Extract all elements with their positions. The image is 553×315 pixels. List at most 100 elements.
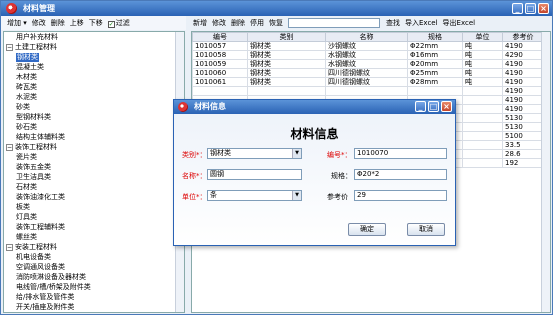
collapse-icon[interactable]: − (6, 244, 13, 251)
tree-edit-button[interactable]: 修改 (32, 18, 46, 28)
disable-button[interactable]: 停用 (250, 18, 264, 28)
tree-item[interactable]: 卫生洁具类 (16, 173, 51, 182)
edit-button[interactable]: 修改 (212, 18, 226, 28)
table-row[interactable]: 1010060 钢材类 四川德钢螺纹 Φ25mm 吨 4190 (192, 68, 544, 78)
checkmark-icon: ✓ (107, 21, 115, 28)
tree-item[interactable]: 水泥类 (16, 93, 37, 102)
table-cell: Φ25mm (407, 68, 463, 78)
column-header[interactable]: 名称 (325, 32, 408, 42)
tree-move-up-button[interactable]: 上移 (70, 18, 84, 28)
column-header[interactable]: 编号 (192, 32, 248, 42)
table-cell (325, 86, 408, 96)
category-label: 类别*： (182, 151, 207, 159)
tree-item[interactable]: 消防喷淋设备及器材类 (16, 273, 86, 282)
tree-item[interactable]: 螺丝类 (16, 233, 37, 242)
table-cell: 沙钢螺纹 (325, 41, 408, 51)
tree-item[interactable]: 装饰工程辅料类 (16, 223, 65, 232)
price-field[interactable]: 29 (354, 190, 447, 201)
tree-item[interactable]: 瓷片类 (16, 153, 37, 162)
tree-item[interactable]: 装饰五金类 (16, 163, 51, 172)
table-row[interactable]: 1010058 钢材类 水钢螺纹 Φ16mm 吨 4290 (192, 50, 544, 60)
tree-item[interactable]: 砖瓦类 (16, 83, 37, 92)
close-icon[interactable]: × (441, 101, 452, 112)
tree-move-down-button[interactable]: 下移 (89, 18, 103, 28)
tree-item[interactable]: 开关/插座及附件类 (16, 303, 74, 312)
table-cell (462, 131, 503, 141)
category-tree: 用户补充材料 − 土建工程材料 钢材类 混凝土类木材类 砖瓦类 水泥类 砂类 型钢材料类 砂石类结… (3, 31, 185, 313)
maximize-icon[interactable]: □ (428, 101, 439, 112)
table-cell: 4190 (502, 41, 544, 51)
tree-item-label: 空调通风设备类 (16, 263, 65, 271)
table-row[interactable]: 1010059 钢材类 水钢螺纹 Φ20mm 吨 4190 (192, 59, 544, 69)
tree-group[interactable]: − 装饰工程材料 (6, 143, 57, 152)
column-header[interactable]: 规格 (407, 32, 463, 42)
ok-button[interactable]: 确定 (348, 223, 386, 236)
spec-field[interactable]: Φ20*2 (354, 169, 447, 180)
category-select[interactable]: 钢材类 ▼ (207, 148, 302, 159)
table-row[interactable]: 1010057 钢材类 沙钢螺纹 Φ22mm 吨 4190 (192, 41, 544, 51)
tree-item-label: 混凝土类 (16, 63, 44, 71)
import-excel-button[interactable]: 导入Excel (405, 18, 438, 28)
filter-checkbox[interactable]: ✓ 过滤 (107, 18, 130, 28)
collapse-icon[interactable]: − (6, 144, 13, 151)
cancel-button[interactable]: 取消 (407, 223, 445, 236)
table-row[interactable]: 4190 (192, 86, 544, 96)
tree-item[interactable]: 结构主体辅料类 (16, 133, 65, 142)
tree-item[interactable]: 机电设备类 (16, 253, 51, 262)
close-icon[interactable]: × (538, 3, 549, 14)
tree-delete-button[interactable]: 删除 (51, 18, 65, 28)
tree-item[interactable]: 钢材类 (16, 53, 39, 62)
tree-item[interactable]: 石材类 (16, 183, 37, 192)
dialog-title-bar[interactable]: 材料信息 _ □ × (174, 100, 455, 114)
export-excel-button[interactable]: 导出Excel (443, 18, 476, 28)
search-button[interactable]: 查找 (386, 18, 400, 28)
tree-item[interactable]: 装饰油漆化工类 (16, 193, 65, 202)
maximize-icon[interactable]: □ (525, 3, 536, 14)
table-cell: 水钢螺纹 (325, 59, 408, 69)
tree-add-button[interactable]: 增加 ▾ (7, 18, 27, 28)
table-cell: Φ20mm (407, 59, 463, 69)
tree-item-label: 石材类 (16, 183, 37, 191)
delete-button[interactable]: 删除 (231, 18, 245, 28)
table-cell: Φ22mm (407, 41, 463, 51)
tree-item[interactable]: 给/排水管及管件类 (16, 293, 74, 302)
tree-item[interactable]: 砂类 (16, 103, 30, 112)
table-cell: Φ16mm (407, 50, 463, 60)
tree-item[interactable]: 用户补充材料 (16, 33, 58, 42)
title-bar[interactable]: 材料管理 _ □ × (1, 1, 552, 16)
table-cell (462, 122, 503, 132)
minimize-icon[interactable]: _ (512, 3, 523, 14)
minimize-icon[interactable]: _ (415, 101, 426, 112)
restore-button[interactable]: 恢复 (269, 18, 283, 28)
new-button[interactable]: 新增 (193, 18, 207, 28)
tree-group[interactable]: − 土建工程材料 (6, 43, 57, 52)
grid-scrollbar[interactable] (541, 32, 550, 312)
tree-item[interactable]: 砂石类 (16, 123, 37, 132)
search-input[interactable] (288, 18, 380, 28)
name-field[interactable]: 圆钢 (207, 169, 302, 180)
table-cell: 28.6 (502, 149, 544, 159)
table-cell (407, 86, 463, 96)
collapse-icon[interactable]: − (6, 44, 13, 51)
tree-item-label: 板类 (16, 203, 30, 211)
table-cell (192, 86, 248, 96)
tree-item[interactable]: 型钢材料类 (16, 113, 51, 122)
tree-item[interactable]: 混凝土类 (16, 63, 44, 72)
table-cell: 四川德钢螺纹 (325, 77, 408, 87)
column-header[interactable]: 类别 (247, 32, 326, 42)
tree-item-label: 装饰油漆化工类 (16, 193, 65, 201)
tree-item[interactable]: 灯具类 (16, 213, 37, 222)
code-field[interactable]: 1010070 (354, 148, 447, 159)
tree-item[interactable]: 空调通风设备类 (16, 263, 65, 272)
tree-item[interactable]: 木材类 (16, 73, 37, 82)
unit-select[interactable]: 条 ▼ (207, 190, 302, 201)
table-cell: 1010057 (192, 41, 248, 51)
table-row[interactable]: 1010061 钢材类 四川德钢螺纹 Φ28mm 吨 4190 (192, 77, 544, 87)
tree-item[interactable]: 板类 (16, 203, 30, 212)
column-header[interactable]: 单位 (462, 32, 503, 42)
tree-group[interactable]: − 安装工程材料 (6, 243, 57, 252)
tree-item-label: 砂石类 (16, 123, 37, 131)
tree-item[interactable]: 电线管/槽/桥架及附件类 (16, 283, 91, 292)
column-header[interactable]: 参考价 (502, 32, 544, 42)
table-cell: 4190 (502, 68, 544, 78)
